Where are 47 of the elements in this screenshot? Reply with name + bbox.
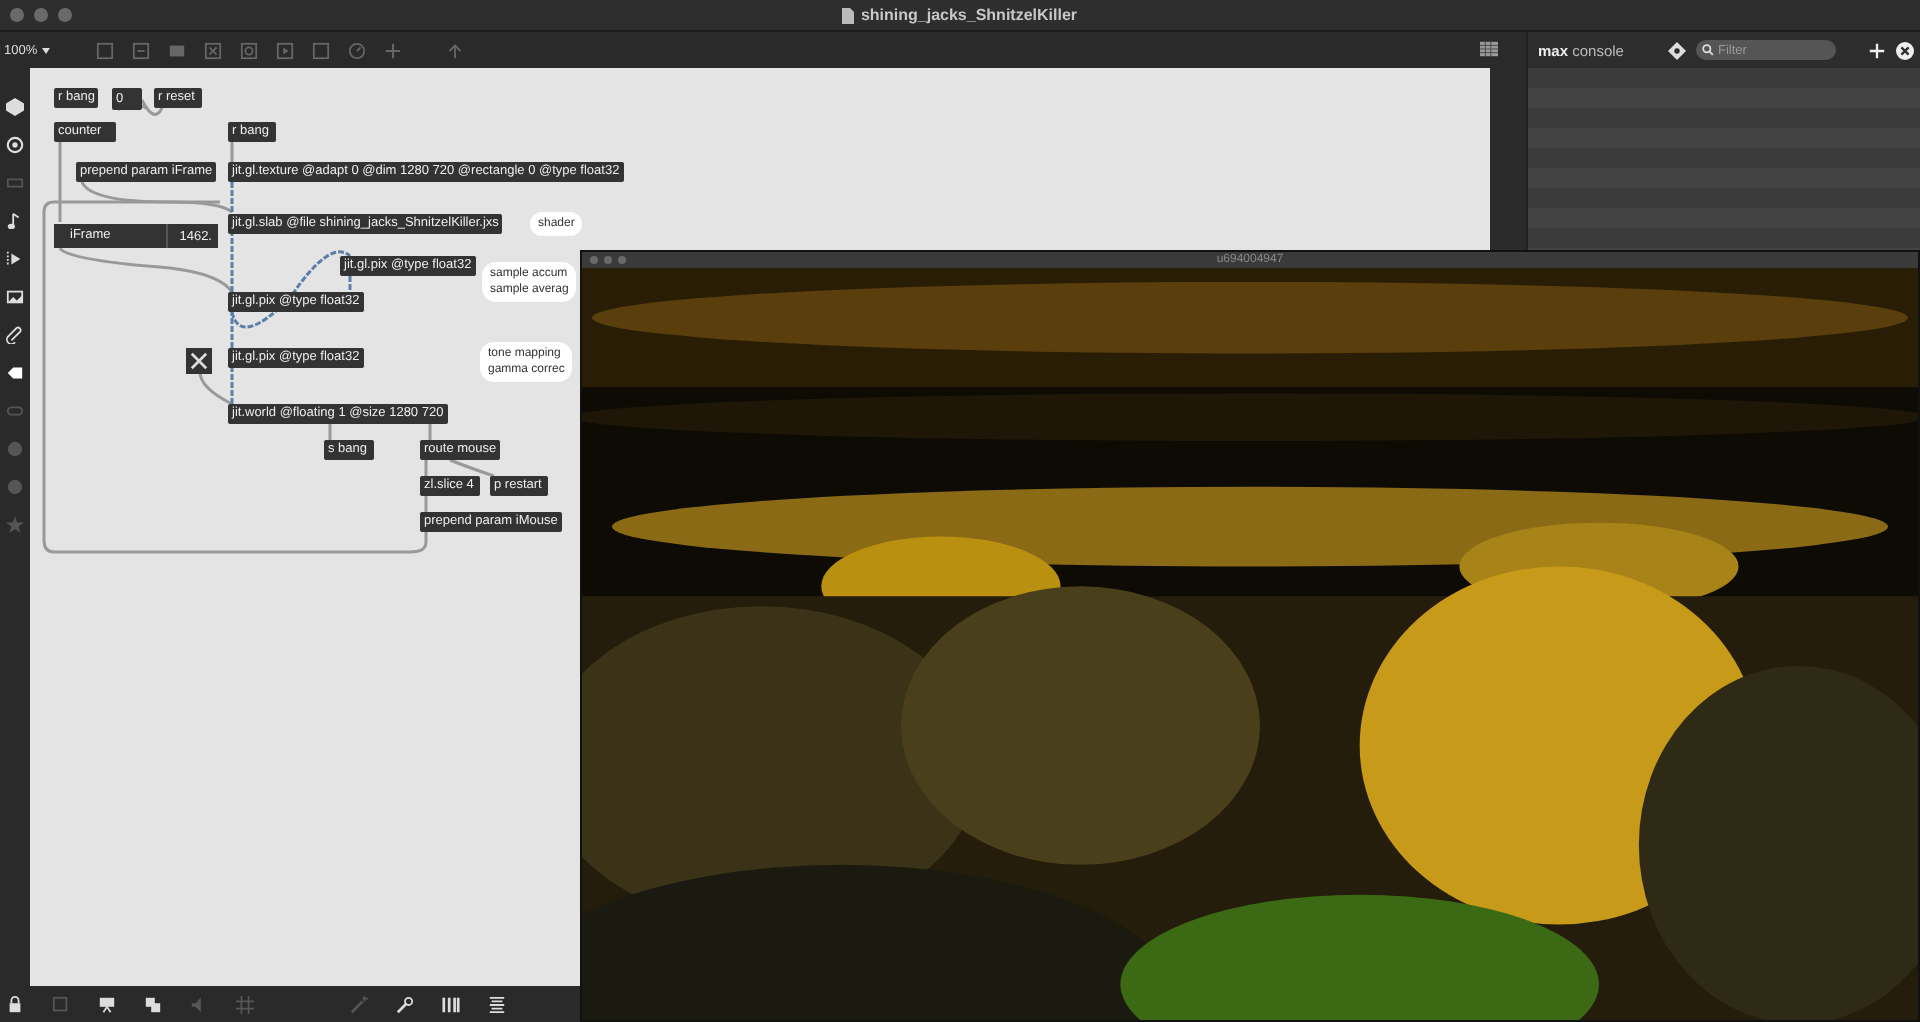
paperclip-icon[interactable] [6,326,24,344]
toggle[interactable] [186,348,212,374]
square-icon[interactable] [311,41,330,59]
search-icon [1702,44,1714,56]
note-icon[interactable] [6,212,24,230]
close-button[interactable] [10,8,24,22]
star-icon[interactable] [6,516,24,534]
wand-icon[interactable] [350,995,368,1013]
close-icon[interactable] [1896,41,1914,59]
cross-icon [190,352,208,370]
patch-cord[interactable] [198,371,233,406]
message-icon[interactable] [167,41,186,59]
list-icon[interactable] [488,995,506,1013]
cube-icon[interactable] [6,98,24,116]
document-icon [842,7,855,23]
presentation-icon[interactable] [98,995,116,1013]
zoom-button[interactable] [618,256,626,264]
patch-cord[interactable] [80,181,233,214]
piano-icon[interactable] [442,995,460,1013]
circle-box-icon[interactable] [239,41,258,59]
patch-cord[interactable] [449,458,495,478]
square-icon[interactable] [131,41,150,59]
patch-cord[interactable] [140,99,164,116]
rectangle-icon[interactable] [6,174,24,192]
cross-box-icon[interactable] [203,41,222,59]
lock-icon[interactable] [6,995,24,1013]
square-icon[interactable] [95,41,114,59]
close-button[interactable] [590,256,598,264]
circle-icon[interactable] [6,478,24,496]
arrow-icon[interactable] [445,41,464,59]
play-box-icon[interactable] [275,41,294,59]
image-icon[interactable] [6,288,24,306]
window-title: shining_jacks_ShnitzelKiller [860,6,1078,24]
diamond-icon[interactable] [1668,41,1686,59]
dial-icon[interactable] [347,41,366,59]
grid-icon[interactable] [1480,40,1498,58]
target-icon[interactable] [6,136,24,154]
patch-cord[interactable] [117,102,147,112]
minimize-button[interactable] [34,8,48,22]
caret-icon [41,47,50,53]
circle-icon[interactable] [6,440,24,458]
zoom-button[interactable] [58,8,72,22]
rectangle-icon[interactable] [6,402,24,420]
windows-icon[interactable] [144,995,162,1013]
patch-cord[interactable] [58,247,234,293]
play-icon[interactable] [6,250,24,268]
minimize-button[interactable] [604,256,612,264]
